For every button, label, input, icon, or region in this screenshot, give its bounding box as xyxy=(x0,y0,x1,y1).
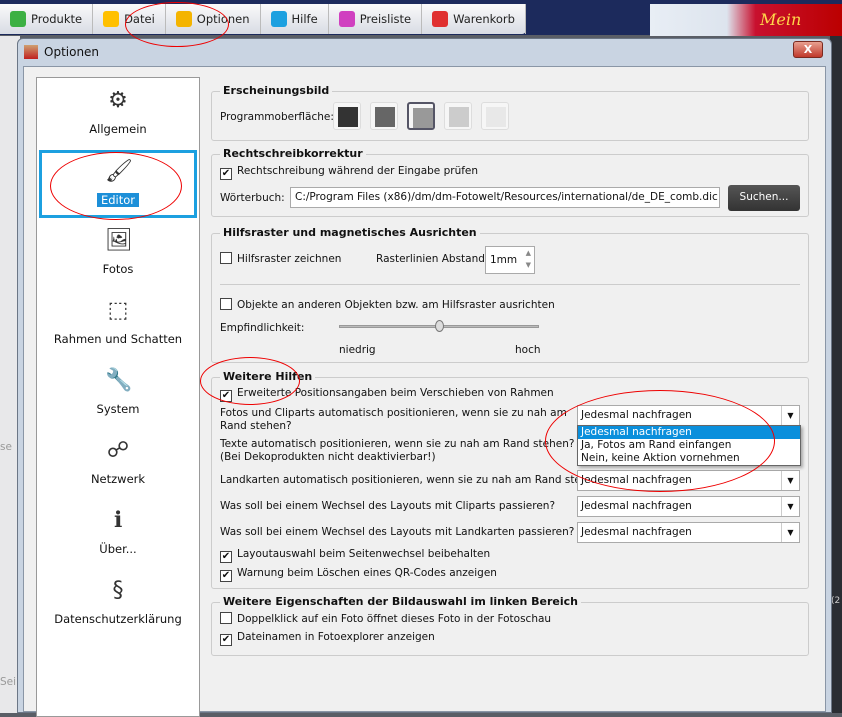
nav-icon: 🔧 xyxy=(105,368,133,393)
nav-icon: ☍ xyxy=(106,438,130,463)
photos-position-select[interactable]: Jedesmal nachfragen ▼ xyxy=(577,405,800,426)
appearance-group: Erscheinungsbild Programmoberfläche: xyxy=(211,84,809,141)
doubleclick-checkbox[interactable]: Doppelklick auf ein Foto öffnet dieses F… xyxy=(220,612,551,625)
nav-item-5[interactable]: ☍ Netzwerk xyxy=(37,432,199,502)
nav-item-1[interactable]: 🖌 Editor xyxy=(39,150,197,218)
theme-swatch[interactable] xyxy=(444,102,472,130)
filenames-checkbox[interactable]: ✔ Dateinamen in Fotoexplorer anzeigen xyxy=(220,631,435,646)
arrow-up-icon xyxy=(10,11,26,27)
help-icon xyxy=(270,11,287,27)
divider xyxy=(220,284,800,285)
main-menu: Produkte Datei Optionen Hilfe Preisliste Ware… xyxy=(0,4,526,34)
dropdown-list: Jedesmal nachfragen Ja, Fotos am Rand ein… xyxy=(577,425,801,466)
grid-group: Hilfsraster und magnetisches Ausrichten … xyxy=(211,226,809,363)
nav-icon: 🖼 xyxy=(105,228,133,253)
extended-position-checkbox[interactable]: ✔ Erweiterte Positionsangaben beim Versch… xyxy=(220,387,554,402)
price-list-icon xyxy=(338,11,355,27)
keep-layout-checkbox[interactable]: ✔ Layoutauswahl beim Seitenwechsel beibeh… xyxy=(220,548,490,563)
dictionary-path-field[interactable]: C:/Program Files (x86)/dm/dm-Fotowelt/Re… xyxy=(290,187,720,208)
nav-item-0[interactable]: ⚙ Allgemein xyxy=(37,82,199,152)
more-help-group: Weitere Hilfen ✔ Erweiterte Positionsanga… xyxy=(211,370,809,589)
nav-icon: § xyxy=(112,578,124,603)
theme-swatch[interactable] xyxy=(407,102,435,130)
options-dialog: Optionen X ⚙ Allgemein 🖌 Editor 🖼 Fotos ⬚ Rahme… xyxy=(17,38,832,717)
menu-hilfe[interactable]: Hilfe xyxy=(261,4,329,34)
nav-item-6[interactable]: ℹ Über... xyxy=(37,502,199,572)
dropdown-option[interactable]: Jedesmal nachfragen xyxy=(578,426,800,439)
theme-swatch[interactable] xyxy=(333,102,361,130)
dialog-title: Optionen xyxy=(44,45,100,59)
menu-warenkorb[interactable]: Warenkorb xyxy=(422,4,526,34)
theme-swatch[interactable] xyxy=(370,102,398,130)
maps-position-select[interactable]: Jedesmal nachfragen ▼ xyxy=(577,470,800,491)
layout-maps-select[interactable]: Jedesmal nachfragen ▼ xyxy=(577,522,800,543)
spellcheck-group: Rechtschreibkorrektur ✔ Rechtschreibung w… xyxy=(211,147,809,217)
folder-icon xyxy=(103,11,120,27)
menu-optionen[interactable]: Optionen xyxy=(166,4,261,34)
category-nav: ⚙ Allgemein 🖌 Editor 🖼 Fotos ⬚ Rahmen und Schat… xyxy=(36,77,200,717)
nav-item-2[interactable]: 🖼 Fotos xyxy=(37,222,199,292)
nav-icon: ⬚ xyxy=(107,298,129,323)
nav-item-4[interactable]: 🔧 System xyxy=(37,362,199,432)
search-button[interactable]: Suchen... xyxy=(728,185,800,211)
spellcheck-checkbox[interactable]: ✔ Rechtschreibung während der Eingabe prü… xyxy=(220,165,478,180)
photo-selection-group: Weitere Eigenschaften der Bildauswahl im… xyxy=(211,595,809,656)
app-toolbar: Produkte Datei Optionen Hilfe Preisliste Ware… xyxy=(0,0,842,36)
qr-warning-checkbox[interactable]: ✔ Warnung beim Löschen eines QR-Codes anz… xyxy=(220,567,497,582)
slider-thumb[interactable] xyxy=(435,320,444,332)
app-icon xyxy=(24,45,38,59)
theme-swatch[interactable] xyxy=(481,102,509,130)
nav-item-3[interactable]: ⬚ Rahmen und Schatten xyxy=(37,292,199,362)
dialog-titlebar: Optionen xyxy=(18,39,831,65)
nav-icon: ℹ xyxy=(113,508,123,533)
brand-banner: Mein xyxy=(650,4,842,36)
dropdown-option[interactable]: Nein, keine Aktion vornehmen xyxy=(578,452,800,465)
menu-preisliste[interactable]: Preisliste xyxy=(329,4,423,34)
dialog-content: ⚙ Allgemein 🖌 Editor 🖼 Fotos ⬚ Rahmen und Schat… xyxy=(23,66,826,717)
close-button[interactable]: X xyxy=(793,41,823,58)
nav-item-7[interactable]: § Datenschutzerklärung xyxy=(37,572,199,642)
snap-checkbox[interactable]: Objekte an anderen Objekten bzw. am Hilf… xyxy=(220,298,555,311)
gear-icon xyxy=(175,11,192,27)
dropdown-option[interactable]: Ja, Fotos am Rand einfangen xyxy=(578,439,800,452)
grid-spacing-spinner[interactable]: 1mm ▲ ▼ xyxy=(485,246,535,274)
layout-cliparts-select[interactable]: Jedesmal nachfragen ▼ xyxy=(577,496,800,517)
nav-icon: 🖌 xyxy=(105,159,133,184)
menu-datei[interactable]: Datei xyxy=(93,4,166,34)
cart-icon xyxy=(432,11,449,27)
menu-produkte[interactable]: Produkte xyxy=(0,4,94,34)
draw-grid-checkbox[interactable]: Hilfsraster zeichnen xyxy=(220,252,341,265)
nav-icon: ⚙ xyxy=(108,88,128,113)
